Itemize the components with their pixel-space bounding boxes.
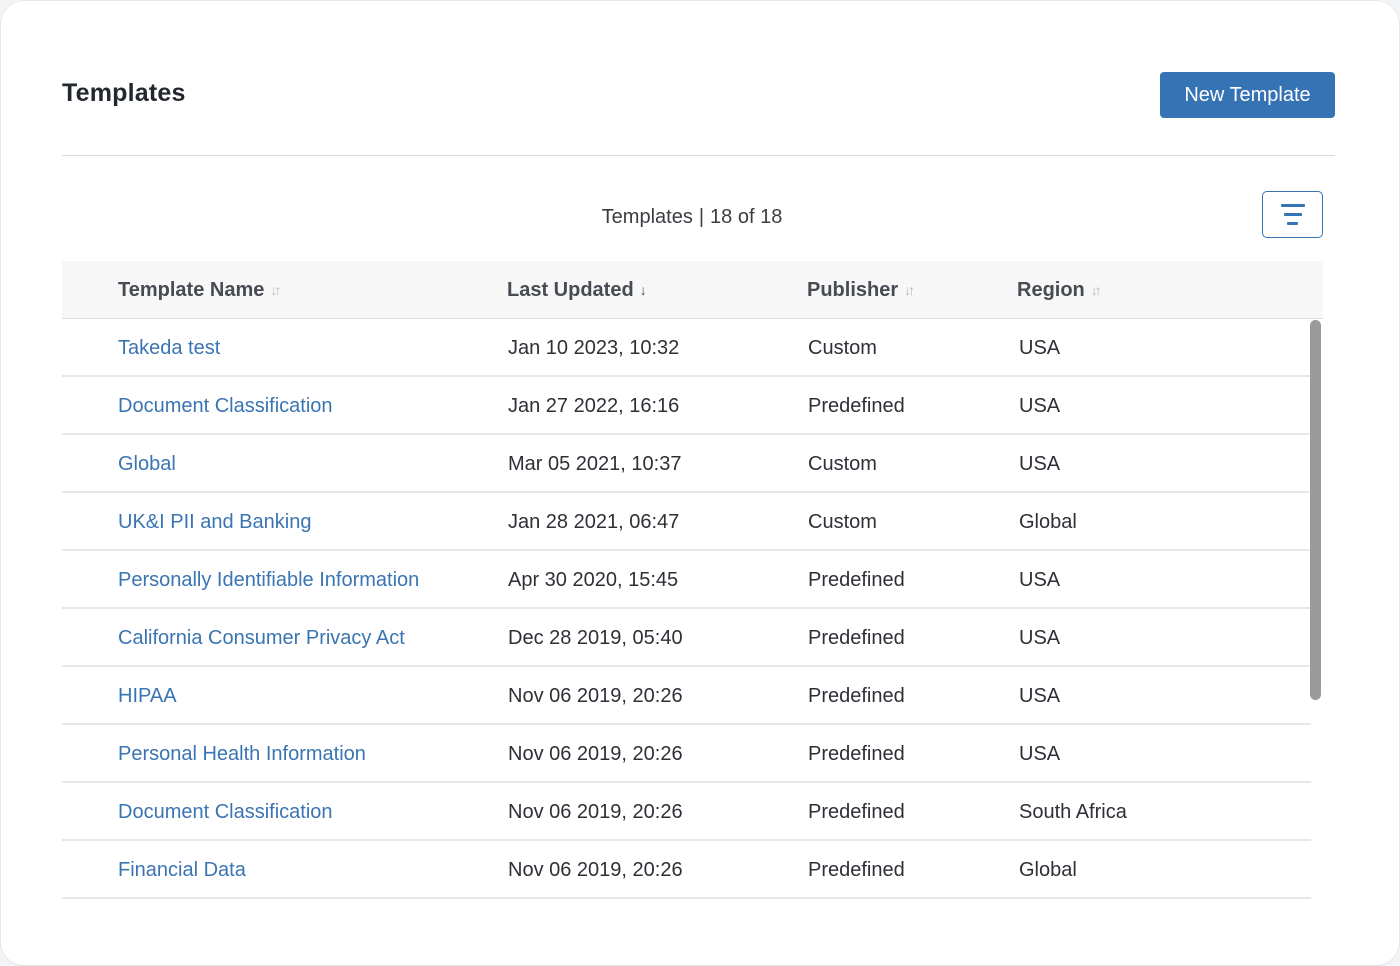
sort-icon: ↓↑ xyxy=(904,282,915,298)
region-cell: South Africa xyxy=(1019,800,1127,823)
results-count: Templates | 18 of 18 xyxy=(562,206,822,229)
column-label: Template Name xyxy=(118,278,265,301)
region-cell: USA xyxy=(1019,336,1061,359)
column-header-last-updated[interactable]: Last Updated ↓ xyxy=(507,261,647,319)
template-name-link[interactable]: Document Classification xyxy=(118,783,333,841)
last-updated-cell: Apr 30 2020, 15:45 xyxy=(508,568,679,591)
last-updated-cell: Nov 06 2019, 20:26 xyxy=(508,684,683,707)
header-divider xyxy=(62,155,1335,156)
column-label: Region xyxy=(1017,278,1085,301)
template-name-link[interactable]: Document Classification xyxy=(118,377,333,435)
region-cell: USA xyxy=(1019,684,1061,707)
region-cell: USA xyxy=(1019,568,1061,591)
last-updated-cell: Jan 27 2022, 16:16 xyxy=(508,394,680,417)
column-header-publisher[interactable]: Publisher ↓↑ xyxy=(807,261,915,319)
table-row: HIPAA Nov 06 2019, 20:26 Predefined USA xyxy=(62,667,1311,725)
results-label: Templates xyxy=(601,206,693,228)
last-updated-cell: Nov 06 2019, 20:26 xyxy=(508,800,683,823)
table-body: Takeda test Jan 10 2023, 10:32 Custom US… xyxy=(62,319,1311,899)
table-header: Template Name ↓↑ Last Updated ↓ Publishe… xyxy=(62,261,1323,319)
sort-descending-icon: ↓ xyxy=(639,282,647,298)
region-cell: USA xyxy=(1019,626,1061,649)
table-row: Document Classification Jan 27 2022, 16:… xyxy=(62,377,1311,435)
publisher-cell: Predefined xyxy=(808,394,905,417)
table-row: Global Mar 05 2021, 10:37 Custom USA xyxy=(62,435,1311,493)
column-header-template-name[interactable]: Template Name ↓↑ xyxy=(118,261,281,319)
new-template-button[interactable]: New Template xyxy=(1160,72,1335,118)
table-row: Financial Data Nov 06 2019, 20:26 Predef… xyxy=(62,841,1311,899)
publisher-cell: Custom xyxy=(808,510,877,533)
table-row: Personal Health Information Nov 06 2019,… xyxy=(62,725,1311,783)
results-count-text: 18 of 18 xyxy=(710,206,783,228)
table-scrollbar-thumb[interactable] xyxy=(1310,320,1321,700)
last-updated-cell: Nov 06 2019, 20:26 xyxy=(508,858,683,881)
publisher-cell: Custom xyxy=(808,336,877,359)
template-name-link[interactable]: Personally Identifiable Information xyxy=(118,551,419,609)
template-name-link[interactable]: Takeda test xyxy=(118,319,220,377)
table-row: UK&I PII and Banking Jan 28 2021, 06:47 … xyxy=(62,493,1311,551)
table-row: Personally Identifiable Information Apr … xyxy=(62,551,1311,609)
table-row: California Consumer Privacy Act Dec 28 2… xyxy=(62,609,1311,667)
template-name-link[interactable]: Global xyxy=(118,435,176,493)
region-cell: Global xyxy=(1019,858,1077,881)
sort-icon: ↓↑ xyxy=(270,282,281,298)
last-updated-cell: Nov 06 2019, 20:26 xyxy=(508,742,683,765)
template-name-link[interactable]: HIPAA xyxy=(118,667,177,725)
publisher-cell: Predefined xyxy=(808,742,905,765)
last-updated-cell: Jan 28 2021, 06:47 xyxy=(508,510,680,533)
region-cell: USA xyxy=(1019,742,1061,765)
template-name-link[interactable]: Financial Data xyxy=(118,841,246,899)
publisher-cell: Predefined xyxy=(808,858,905,881)
last-updated-cell: Mar 05 2021, 10:37 xyxy=(508,452,682,475)
column-label: Publisher xyxy=(807,278,899,301)
last-updated-cell: Jan 10 2023, 10:32 xyxy=(508,336,680,359)
filter-icon xyxy=(1280,204,1305,225)
publisher-cell: Predefined xyxy=(808,626,905,649)
template-name-link[interactable]: UK&I PII and Banking xyxy=(118,493,311,551)
publisher-cell: Predefined xyxy=(808,684,905,707)
filter-button[interactable] xyxy=(1262,191,1323,238)
column-label: Last Updated xyxy=(507,278,634,301)
table-row: Takeda test Jan 10 2023, 10:32 Custom US… xyxy=(62,319,1311,377)
region-cell: Global xyxy=(1019,510,1077,533)
region-cell: USA xyxy=(1019,394,1061,417)
results-separator: | xyxy=(698,206,705,228)
table-row: Document Classification Nov 06 2019, 20:… xyxy=(62,783,1311,841)
column-header-region[interactable]: Region ↓↑ xyxy=(1017,261,1102,319)
template-name-link[interactable]: California Consumer Privacy Act xyxy=(118,609,405,667)
last-updated-cell: Dec 28 2019, 05:40 xyxy=(508,626,683,649)
sort-icon: ↓↑ xyxy=(1090,282,1102,298)
publisher-cell: Predefined xyxy=(808,800,905,823)
publisher-cell: Predefined xyxy=(808,568,905,591)
publisher-cell: Custom xyxy=(808,452,877,475)
templates-table: Template Name ↓↑ Last Updated ↓ Publishe… xyxy=(62,261,1323,899)
template-name-link[interactable]: Personal Health Information xyxy=(118,725,366,783)
region-cell: USA xyxy=(1019,452,1061,475)
templates-page: Templates New Template Templates | 18 of 1… xyxy=(0,0,1400,966)
page-title: Templates xyxy=(62,79,186,107)
